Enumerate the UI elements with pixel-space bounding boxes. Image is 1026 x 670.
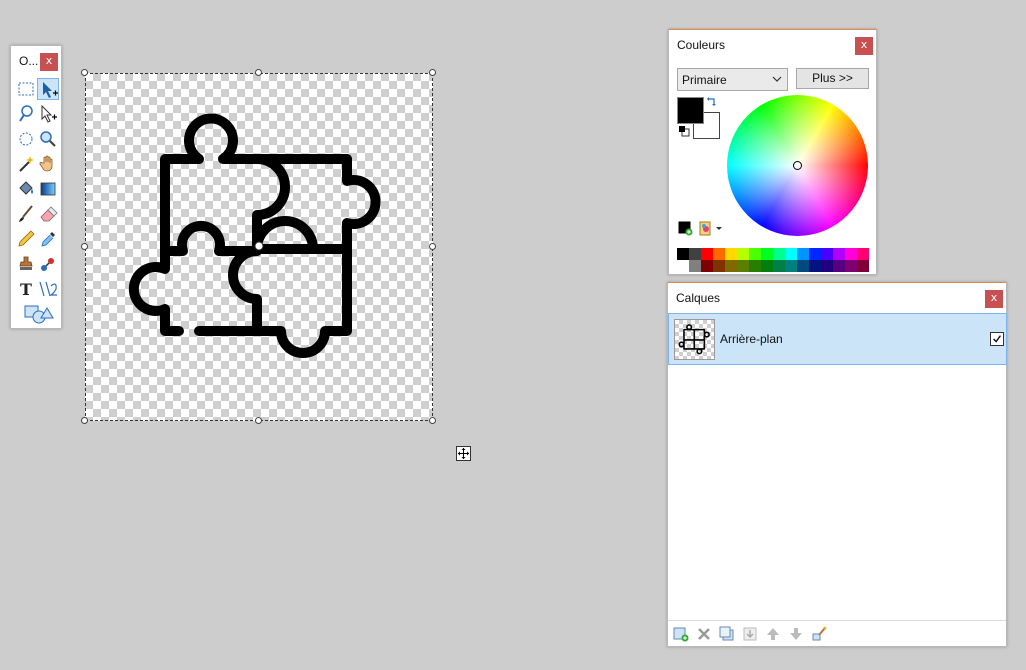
tools-window: O... x T <box>10 45 62 329</box>
palette-swatch[interactable] <box>677 260 689 272</box>
palette-swatch[interactable] <box>857 248 869 260</box>
paint-bucket-tool-icon[interactable] <box>15 178 37 200</box>
tools-window-title: O... <box>19 54 39 68</box>
palette-swatch[interactable] <box>857 260 869 272</box>
resize-handle[interactable] <box>81 243 88 250</box>
add-to-palette-icon[interactable] <box>678 221 693 236</box>
palette-swatch[interactable] <box>809 260 821 272</box>
palette-swatch[interactable] <box>761 248 773 260</box>
color-mode-select[interactable]: Primaire <box>677 68 788 91</box>
palette-swatch[interactable] <box>725 260 737 272</box>
reset-colors-icon[interactable] <box>678 125 690 137</box>
move-layer-up-icon[interactable] <box>765 626 781 642</box>
tools-title-bar[interactable]: O... x <box>11 46 61 76</box>
palette-swatch[interactable] <box>701 248 713 260</box>
layer-properties-icon[interactable] <box>811 626 827 642</box>
recolor-tool-icon[interactable] <box>37 253 59 275</box>
palette-swatch[interactable] <box>845 248 857 260</box>
lasso-select-tool-icon[interactable] <box>15 103 37 125</box>
ellipse-select-tool-icon[interactable] <box>15 128 37 150</box>
pan-tool-icon[interactable] <box>37 153 59 175</box>
add-layer-icon[interactable] <box>673 626 689 642</box>
palette-swatch[interactable] <box>749 260 761 272</box>
color-wheel-cursor[interactable] <box>793 161 802 170</box>
layers-toolbar <box>668 620 1006 646</box>
palette-swatch[interactable] <box>713 248 725 260</box>
merge-layer-down-icon[interactable] <box>742 626 758 642</box>
palette-swatch[interactable] <box>821 260 833 272</box>
resize-handle[interactable] <box>81 417 88 424</box>
resize-handle[interactable] <box>429 417 436 424</box>
color-picker-tool-icon[interactable] <box>37 228 59 250</box>
line-curve-tool-icon[interactable] <box>37 278 59 300</box>
resize-handle[interactable] <box>255 69 262 76</box>
palette-swatch[interactable] <box>737 260 749 272</box>
layer-visibility-checkbox[interactable] <box>990 332 1004 346</box>
palette-swatch[interactable] <box>845 260 857 272</box>
image-canvas[interactable] <box>81 69 436 424</box>
palette-swatch[interactable] <box>677 248 689 260</box>
palette-menu-icon[interactable] <box>699 221 723 236</box>
layers-window: Calques x Arrière-plan <box>667 282 1007 647</box>
palette-swatch[interactable] <box>797 260 809 272</box>
chevron-down-icon <box>772 76 782 82</box>
colors-window-title: Couleurs <box>677 38 726 52</box>
palette-swatch[interactable] <box>713 260 725 272</box>
palette-swatch[interactable] <box>701 260 713 272</box>
gradient-tool-icon[interactable] <box>37 178 59 200</box>
swap-colors-icon[interactable] <box>706 96 718 108</box>
layers-window-title: Calques <box>676 291 721 305</box>
resize-handle[interactable] <box>81 69 88 76</box>
layer-name: Arrière-plan <box>720 332 783 346</box>
palette-swatch[interactable] <box>833 260 845 272</box>
palette-swatch[interactable] <box>737 248 749 260</box>
colors-close-button[interactable]: x <box>855 37 873 55</box>
move-handle-icon[interactable] <box>456 446 471 461</box>
colors-window: Couleurs x Primaire Plus >> <box>668 29 877 275</box>
color-palette[interactable] <box>677 248 869 273</box>
pencil-tool-icon[interactable] <box>15 228 37 250</box>
palette-swatch[interactable] <box>689 248 701 260</box>
rectangle-select-tool-icon[interactable] <box>15 78 37 100</box>
resize-handle[interactable] <box>429 69 436 76</box>
delete-layer-icon[interactable] <box>696 626 712 642</box>
palette-swatch[interactable] <box>785 248 797 260</box>
duplicate-layer-icon[interactable] <box>719 626 735 642</box>
palette-swatch[interactable] <box>749 248 761 260</box>
palette-swatch[interactable] <box>821 248 833 260</box>
primary-color-swatch[interactable] <box>677 97 704 124</box>
palette-swatch[interactable] <box>785 260 797 272</box>
palette-swatch[interactable] <box>833 248 845 260</box>
clone-stamp-tool-icon[interactable] <box>15 253 37 275</box>
eraser-tool-icon[interactable] <box>37 203 59 225</box>
layer-thumbnail <box>674 319 715 360</box>
palette-swatch[interactable] <box>773 260 785 272</box>
palette-swatch[interactable] <box>725 248 737 260</box>
palette-swatch[interactable] <box>689 260 701 272</box>
paintbrush-tool-icon[interactable] <box>15 203 37 225</box>
resize-handle[interactable] <box>255 417 262 424</box>
palette-swatch[interactable] <box>773 248 785 260</box>
shapes-tool-icon[interactable] <box>23 303 55 325</box>
palette-swatch[interactable] <box>761 260 773 272</box>
move-selection-tool-icon[interactable] <box>37 103 59 125</box>
selection-outline <box>85 73 433 421</box>
text-tool-icon[interactable]: T <box>15 278 37 300</box>
more-colors-button[interactable]: Plus >> <box>796 68 869 89</box>
move-layer-down-icon[interactable] <box>788 626 804 642</box>
zoom-tool-icon[interactable] <box>37 128 59 150</box>
color-mode-value: Primaire <box>682 73 727 87</box>
layer-row[interactable]: Arrière-plan <box>668 313 1007 365</box>
palette-swatch[interactable] <box>797 248 809 260</box>
palette-swatch[interactable] <box>809 248 821 260</box>
magic-wand-tool-icon[interactable] <box>15 153 37 175</box>
tools-close-button[interactable]: x <box>40 53 58 71</box>
resize-handle[interactable] <box>429 243 436 250</box>
layers-close-button[interactable]: x <box>985 290 1003 308</box>
move-selected-pixels-tool-icon[interactable] <box>37 78 59 100</box>
svg-text:T: T <box>20 280 32 299</box>
